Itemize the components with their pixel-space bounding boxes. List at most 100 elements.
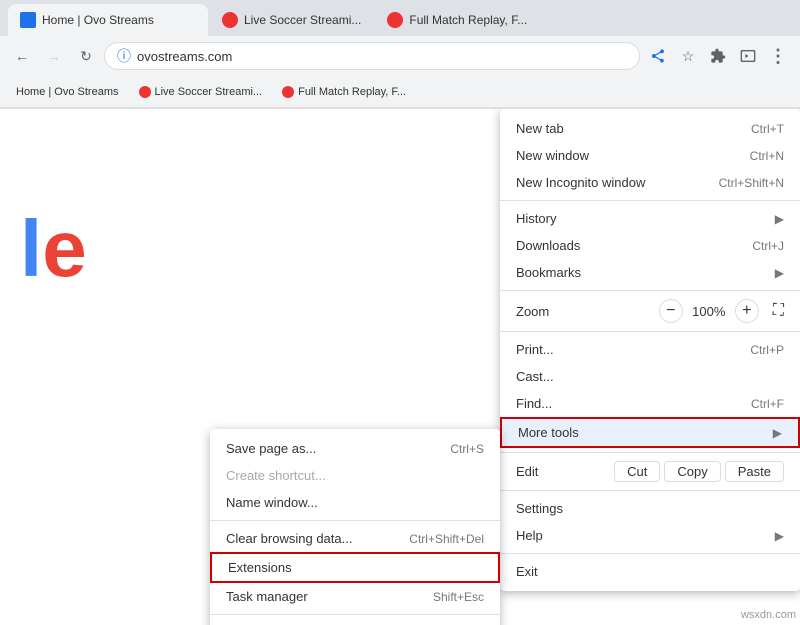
find-shortcut: Ctrl+F [751, 397, 784, 411]
zoom-plus-button[interactable]: + [735, 299, 759, 323]
task-manager-label: Task manager [226, 589, 413, 604]
logo-l: l [20, 209, 42, 289]
forward-button[interactable]: → [40, 42, 68, 70]
new-tab-label: New tab [516, 121, 731, 136]
menu-button[interactable]: ⋮ [764, 42, 792, 70]
divider-5 [500, 490, 800, 491]
more-tools-arrow: ▶ [773, 426, 782, 440]
menu-item-history[interactable]: History ▶ [500, 205, 800, 232]
toolbar-right: ☆ ⋮ [644, 42, 792, 70]
submenu-create-shortcut[interactable]: Create shortcut... [210, 462, 500, 489]
zoom-minus-button[interactable]: − [659, 299, 683, 323]
tab2-label: Live Soccer Streami... [244, 13, 361, 27]
new-tab-shortcut: Ctrl+T [751, 122, 784, 136]
bookmark-replay-label: Full Match Replay, F... [298, 86, 406, 98]
incognito-label: New Incognito window [516, 175, 699, 190]
exit-label: Exit [516, 564, 784, 579]
submenu-task-manager[interactable]: Task manager Shift+Esc [210, 583, 500, 610]
incognito-shortcut: Ctrl+Shift+N [719, 176, 784, 190]
history-arrow: ▶ [775, 212, 784, 226]
bookmark-button[interactable]: ☆ [674, 42, 702, 70]
menu-item-help[interactable]: Help ▶ [500, 522, 800, 549]
refresh-button[interactable]: ↻ [72, 42, 100, 70]
address-bar[interactable]: ⓘ ovostreams.com [104, 42, 640, 70]
divider-6 [500, 553, 800, 554]
bookmark-home-label: Home | Ovo Streams [16, 86, 119, 98]
share-button[interactable] [644, 42, 672, 70]
media-button[interactable] [734, 42, 762, 70]
divider-3 [500, 331, 800, 332]
bookmark-soccer-label: Live Soccer Streami... [155, 86, 263, 98]
menu-item-new-window[interactable]: New window Ctrl+N [500, 142, 800, 169]
edit-row: Edit Cut Copy Paste [500, 457, 800, 486]
menu-item-print[interactable]: Print... Ctrl+P [500, 336, 800, 363]
back-button[interactable]: ← [8, 42, 36, 70]
bookmark-home[interactable]: Home | Ovo Streams [8, 84, 127, 100]
watermark: wsxdn.com [741, 609, 796, 621]
create-shortcut-label: Create shortcut... [226, 468, 484, 483]
sub-divider-2 [210, 614, 500, 615]
print-shortcut: Ctrl+P [750, 343, 784, 357]
task-manager-shortcut: Shift+Esc [433, 590, 484, 604]
logo-e: e [42, 209, 87, 289]
tab2-favicon [222, 12, 238, 28]
save-page-shortcut: Ctrl+S [450, 442, 484, 456]
paste-button[interactable]: Paste [725, 461, 784, 482]
downloads-shortcut: Ctrl+J [752, 239, 784, 253]
menu-item-downloads[interactable]: Downloads Ctrl+J [500, 232, 800, 259]
zoom-fullscreen-button[interactable]: ⛶ [773, 302, 784, 320]
find-label: Find... [516, 396, 731, 411]
menu-item-incognito[interactable]: New Incognito window Ctrl+Shift+N [500, 169, 800, 196]
divider-1 [500, 200, 800, 201]
edit-buttons: Cut Copy Paste [614, 461, 784, 482]
submenu-extensions[interactable]: Extensions [210, 552, 500, 583]
google-logo: l e [20, 209, 87, 289]
history-label: History [516, 211, 767, 226]
tab3-favicon [387, 12, 403, 28]
clear-browsing-label: Clear browsing data... [226, 531, 389, 546]
zoom-value: 100% [691, 304, 727, 319]
bookmark-replay[interactable]: Full Match Replay, F... [274, 84, 414, 100]
submenu-clear-browsing[interactable]: Clear browsing data... Ctrl+Shift+Del [210, 525, 500, 552]
sub-divider-1 [210, 520, 500, 521]
tab-2[interactable]: Live Soccer Streami... [210, 4, 373, 36]
divider-2 [500, 290, 800, 291]
main-menu: New tab Ctrl+T New window Ctrl+N New Inc… [500, 109, 800, 591]
submenu-developer-tools[interactable]: Developer tools Ctrl+Shift+I [210, 619, 500, 625]
toolbar: ← → ↻ ⓘ ovostreams.com ☆ ⋮ [0, 36, 800, 76]
cut-button[interactable]: Cut [614, 461, 660, 482]
menu-item-more-tools[interactable]: More tools ▶ [500, 417, 800, 448]
browser-chrome: Home | Ovo Streams Live Soccer Streami..… [0, 0, 800, 109]
extensions-label: Extensions [228, 560, 482, 575]
tab-label: Home | Ovo Streams [42, 13, 154, 27]
settings-label: Settings [516, 501, 784, 516]
menu-item-new-tab[interactable]: New tab Ctrl+T [500, 115, 800, 142]
help-label: Help [516, 528, 767, 543]
submenu-name-window[interactable]: Name window... [210, 489, 500, 516]
menu-item-cast[interactable]: Cast... [500, 363, 800, 390]
bookmark-soccer-favicon [139, 86, 151, 98]
new-window-shortcut: Ctrl+N [750, 149, 784, 163]
divider-4 [500, 452, 800, 453]
menu-item-settings[interactable]: Settings [500, 495, 800, 522]
bookmarks-arrow: ▶ [775, 266, 784, 280]
bookmark-soccer[interactable]: Live Soccer Streami... [131, 84, 271, 100]
clear-browsing-shortcut: Ctrl+Shift+Del [409, 532, 484, 546]
bookmark-replay-favicon [282, 86, 294, 98]
main-content: l e New tab Ctrl+T New window Ctrl+N New… [0, 109, 800, 625]
edit-label: Edit [516, 464, 614, 479]
secure-icon: ⓘ [117, 46, 131, 66]
name-window-label: Name window... [226, 495, 484, 510]
zoom-controls: − 100% + ⛶ [659, 299, 784, 323]
menu-item-bookmarks[interactable]: Bookmarks ▶ [500, 259, 800, 286]
submenu-save-page[interactable]: Save page as... Ctrl+S [210, 435, 500, 462]
extensions-button[interactable] [704, 42, 732, 70]
menu-item-exit[interactable]: Exit [500, 558, 800, 585]
url-text: ovostreams.com [137, 49, 627, 64]
copy-button[interactable]: Copy [664, 461, 720, 482]
active-tab[interactable]: Home | Ovo Streams [8, 4, 208, 36]
menu-item-find[interactable]: Find... Ctrl+F [500, 390, 800, 417]
tab-3[interactable]: Full Match Replay, F... [375, 4, 539, 36]
zoom-label: Zoom [516, 304, 659, 319]
zoom-row: Zoom − 100% + ⛶ [500, 295, 800, 327]
